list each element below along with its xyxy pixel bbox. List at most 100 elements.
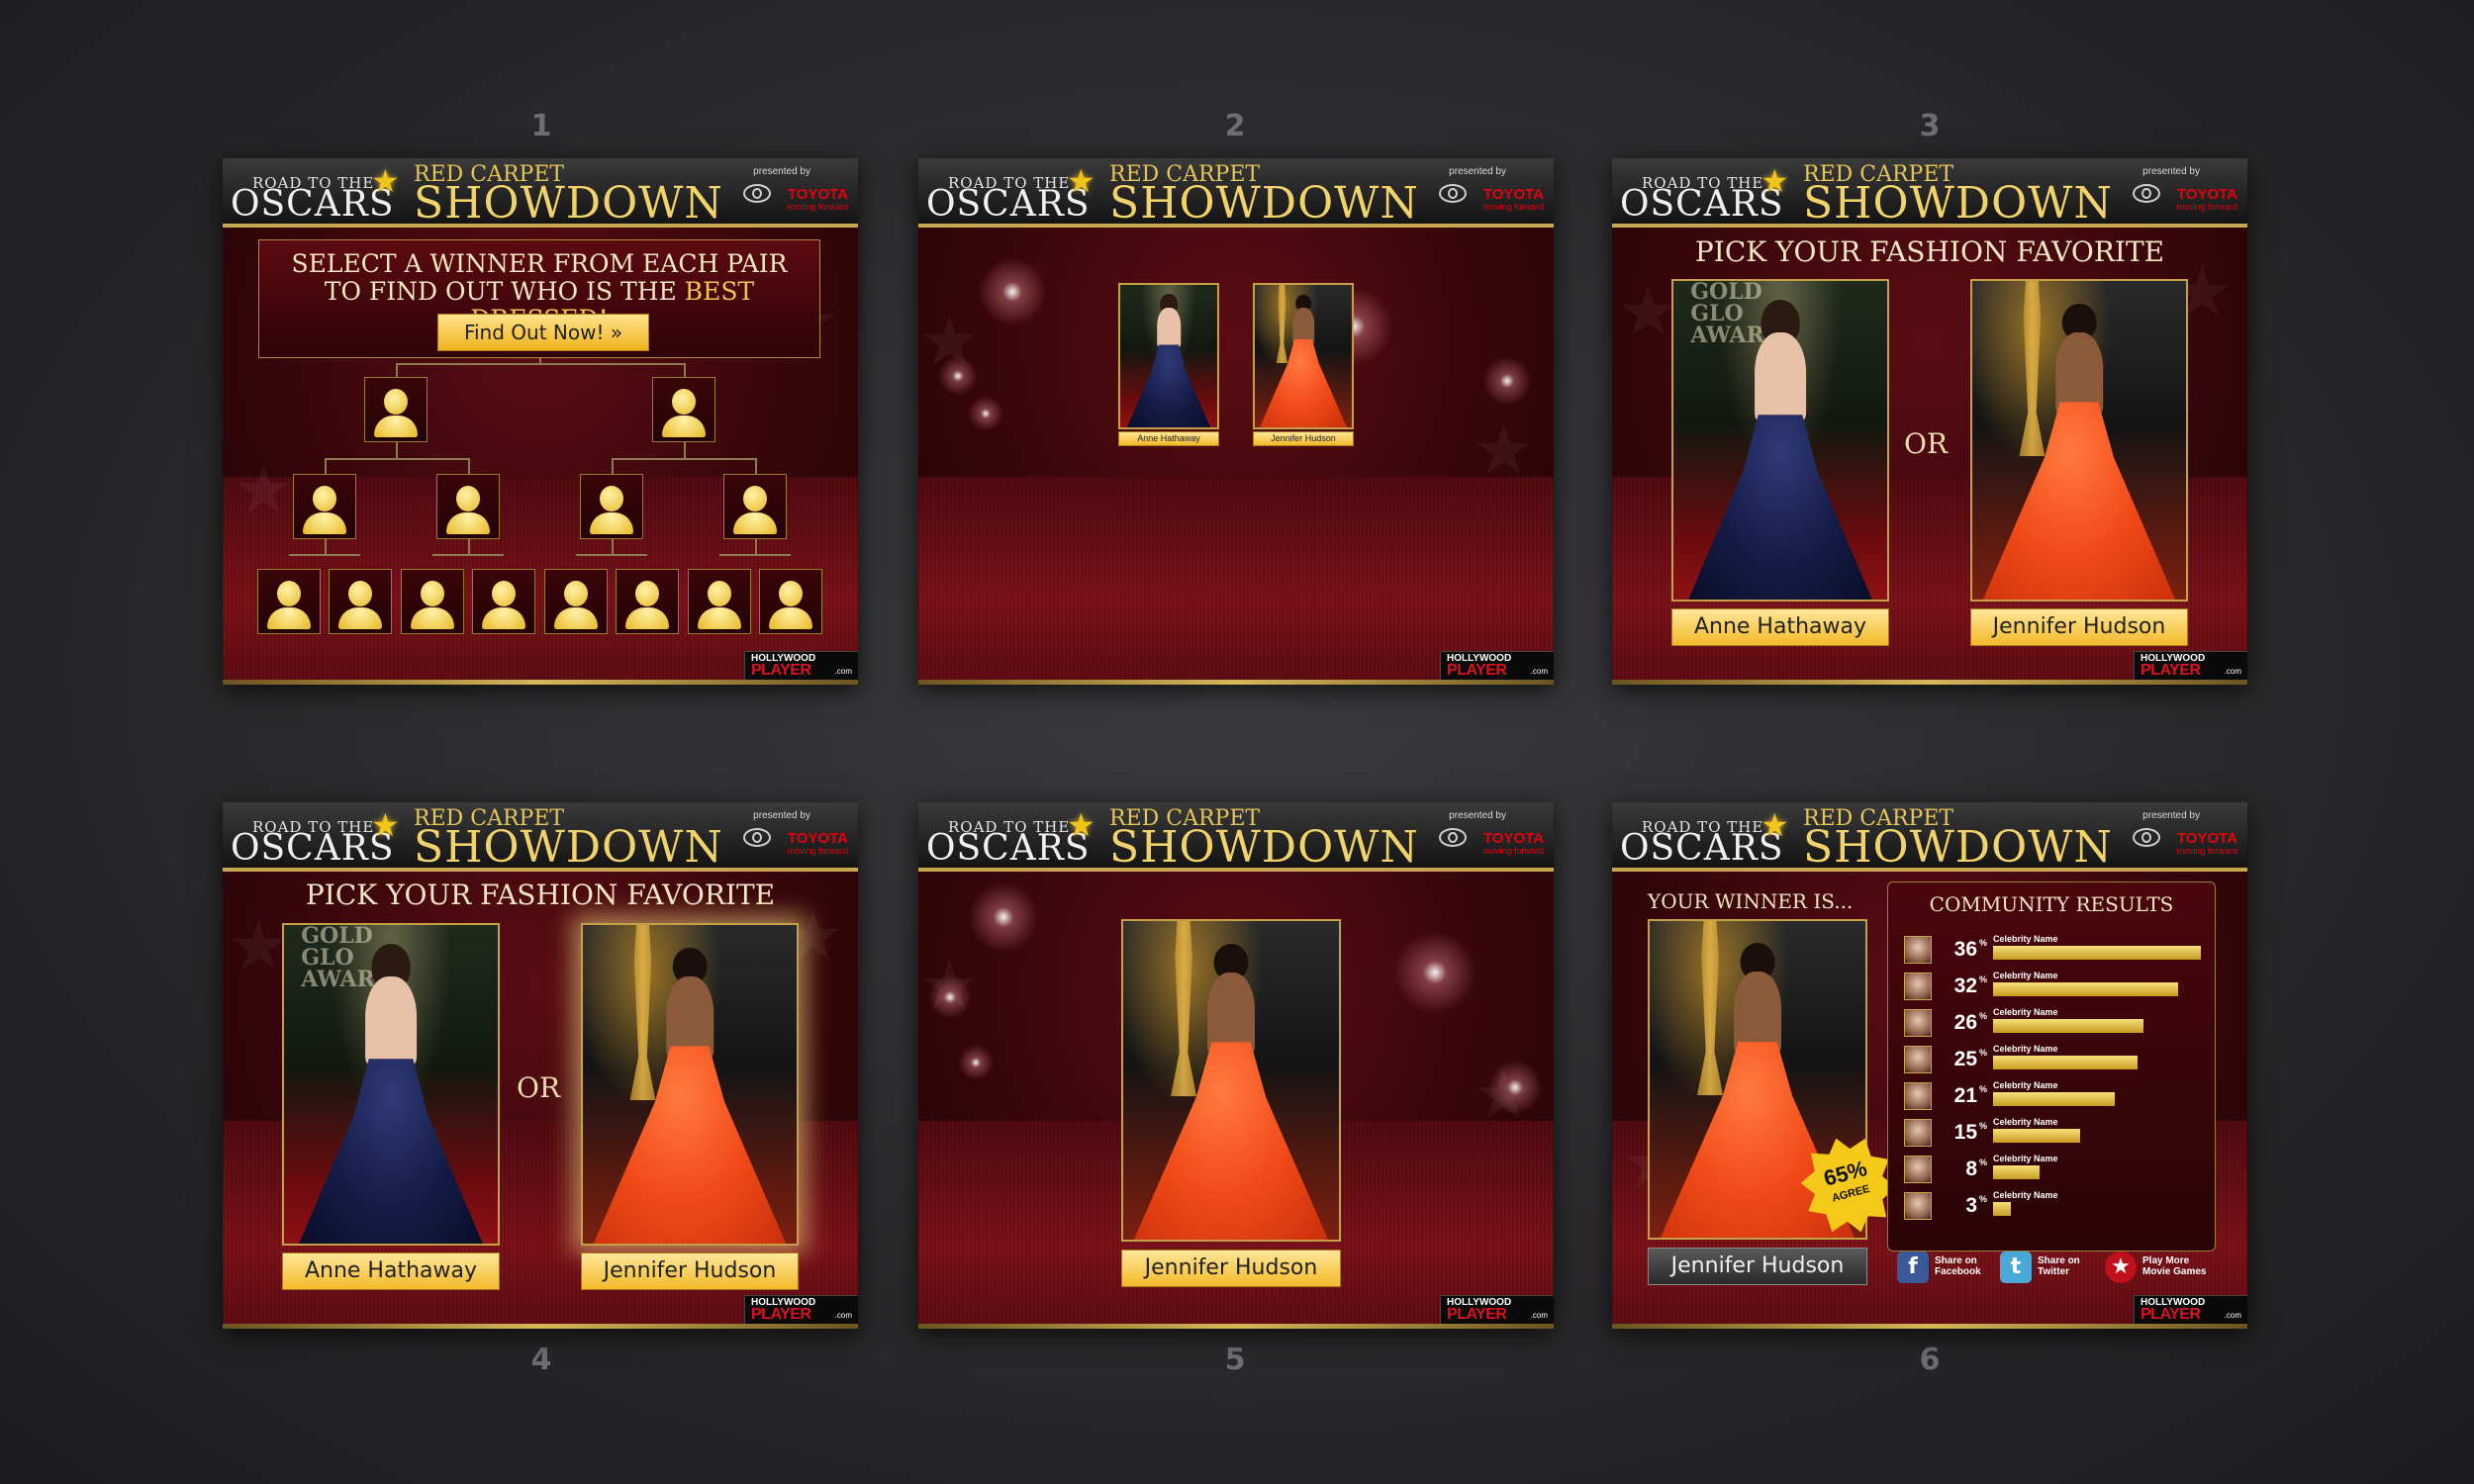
contestant-photo-right: [1253, 283, 1354, 429]
contestant-label-right: Jennifer Hudson: [1253, 431, 1354, 446]
winner-name: Jennifer Hudson: [1648, 1248, 1867, 1285]
bracket-slot-round1-7: [688, 569, 751, 634]
result-row: 36% Celebrity Name: [1904, 934, 2201, 966]
toyota-logo-icon: [1439, 184, 1467, 203]
instruction-line-1: SELECT A WINNER FROM EACH PAIR: [291, 249, 788, 278]
bracket-slot-semi-1: [293, 474, 356, 539]
percent-sign: %: [1979, 938, 1988, 948]
percent-sign: %: [1979, 1158, 1988, 1167]
hollywood-player-logo[interactable]: HOLLYWOOD PLAYER .com: [744, 651, 858, 680]
step-number-5: 5: [1224, 1343, 1246, 1377]
screen-pick-favorite: ★ ★ ROAD TO THE OSCARS ★ RED CARPET SHOW…: [1612, 158, 2247, 685]
toyota-logo-icon: [743, 184, 771, 203]
result-row: 15% Celebrity Name: [1904, 1117, 2201, 1149]
result-row: 3% Celebrity Name: [1904, 1190, 2201, 1222]
percent-sign: %: [1979, 1121, 1988, 1131]
result-row: 32% Celebrity Name: [1904, 971, 2201, 1002]
result-row: 25% Celebrity Name: [1904, 1044, 2201, 1075]
result-bar: [1993, 982, 2178, 996]
bracket-slot-round1-5: [544, 569, 608, 634]
result-percent: 3: [1965, 1194, 1977, 1217]
contestant-photo-left[interactable]: GOLD GLO AWAR: [282, 923, 500, 1246]
hollywood-player-logo[interactable]: HOLLYWOOD PLAYER .com: [2134, 651, 2247, 680]
find-out-now-button[interactable]: Find Out Now! »: [437, 314, 649, 351]
hollywood-player-logo[interactable]: HOLLYWOOD PLAYER .com: [744, 1295, 858, 1324]
pick-title: PICK YOUR FASHION FAVORITE: [1694, 235, 2165, 268]
or-text: OR: [517, 1071, 561, 1104]
result-bar: [1993, 1165, 2040, 1179]
facebook-icon[interactable]: f: [1897, 1252, 1929, 1283]
bracket-slot-semi-2: [436, 474, 500, 539]
step-number-2: 2: [1224, 109, 1246, 143]
winner-title: YOUR WINNER IS...: [1648, 889, 1854, 913]
bracket-slot-round1-3: [401, 569, 464, 634]
bracket-slot-final-left: [364, 377, 428, 442]
share-twitter-label[interactable]: Share on Twitter: [2038, 1255, 2107, 1277]
result-bar: [1993, 1129, 2080, 1143]
result-celebrity-name: Celebrity Name: [1993, 1044, 2058, 1054]
bracket-slot-round1-4: [472, 569, 535, 634]
play-more-label[interactable]: Play More Movie Games: [2142, 1255, 2212, 1277]
hollywood-player-logo[interactable]: HOLLYWOOD PLAYER .com: [2134, 1295, 2247, 1324]
celebrity-thumbnail: [1904, 1156, 1932, 1183]
pick-title: PICK YOUR FASHION FAVORITE: [305, 879, 776, 911]
result-celebrity-name: Celebrity Name: [1993, 1154, 2058, 1163]
step-number-4: 4: [530, 1343, 552, 1377]
star-icon: ★: [1067, 807, 1095, 843]
vote-jennifer-hudson-button[interactable]: Jennifer Hudson: [581, 1252, 799, 1290]
hollywood-player-logo[interactable]: HOLLYWOOD PLAYER .com: [1440, 651, 1554, 680]
screen-bracket: ★ ★ ROAD TO THE OSCARS ★ RED CARPET SHOW…: [223, 158, 858, 685]
celebrity-thumbnail: [1904, 1082, 1932, 1110]
vote-jennifer-hudson-button[interactable]: Jennifer Hudson: [1970, 608, 2188, 646]
share-facebook-label[interactable]: Share on Facebook: [1935, 1255, 2004, 1277]
presented-by-text: presented by: [753, 166, 810, 177]
header: ROAD TO THE OSCARS ★ RED CARPET SHOWDOWN…: [223, 802, 858, 873]
bracket-slot-round1-8: [759, 569, 822, 634]
celebrity-thumbnail: [1904, 1119, 1932, 1147]
star-icon: ★: [371, 807, 400, 843]
toyota-logo-icon: [743, 828, 771, 847]
contestant-photo-left: [1118, 283, 1219, 429]
bracket-slot-final-right: [652, 377, 715, 442]
step-number-1: 1: [530, 109, 552, 143]
celebrity-thumbnail: [1904, 1192, 1932, 1220]
result-percent: 15: [1953, 1121, 1977, 1144]
hollywood-player-logo[interactable]: HOLLYWOOD PLAYER .com: [1440, 1295, 1554, 1324]
result-percent: 32: [1953, 974, 1977, 997]
twitter-icon[interactable]: t: [2000, 1252, 2032, 1283]
result-percent: 25: [1953, 1048, 1977, 1070]
result-row: 26% Celebrity Name: [1904, 1007, 2201, 1039]
header: ROAD TO THE OSCARS ★ RED CARPET SHOWDOWN…: [918, 158, 1554, 229]
star-icon: ★: [1760, 163, 1789, 199]
screen-selection-result: ★ ★ ROAD TO THE OSCARS ★ RED CARPET SHOW…: [918, 802, 1554, 1329]
result-celebrity-name: Celebrity Name: [1993, 971, 2058, 980]
percent-sign: %: [1979, 1194, 1988, 1204]
instruction-box: SELECT A WINNER FROM EACH PAIR TO FIND O…: [258, 239, 820, 358]
result-percent: 21: [1953, 1084, 1977, 1107]
contestant-photo-right[interactable]: [1970, 279, 2188, 602]
bracket-slot-semi-3: [580, 474, 643, 539]
star-icon: ★: [371, 163, 400, 199]
contestant-label-left: Anne Hathaway: [1118, 431, 1219, 446]
sponsor-name: TOYOTA: [787, 186, 848, 203]
result-bar: [1993, 1092, 2115, 1106]
celebrity-thumbnail: [1904, 1009, 1932, 1037]
oscars-logo-text: OSCARS: [231, 184, 395, 225]
result-bar: [1993, 1019, 2143, 1033]
toyota-logo-icon: [1439, 828, 1467, 847]
toyota-logo-icon: [2133, 184, 2160, 203]
celebrity-thumbnail: [1904, 1046, 1932, 1073]
vote-anne-hathaway-button[interactable]: Anne Hathaway: [1671, 608, 1889, 646]
showdown-title: SHOWDOWN: [414, 178, 723, 229]
percent-sign: %: [1979, 974, 1988, 984]
header: ROAD TO THE OSCARS ★ RED CARPET SHOWDOWN…: [1612, 158, 2247, 229]
result-celebrity-name: Celebrity Name: [1993, 1117, 2058, 1127]
contestant-photo-left[interactable]: GOLD GLO AWAR: [1671, 279, 1889, 602]
community-results-panel: COMMUNITY RESULTS 36% Celebrity Name 32% Ce…: [1887, 881, 2216, 1252]
bracket-slot-semi-4: [723, 474, 787, 539]
contestant-photo-right-highlighted[interactable]: [581, 923, 799, 1246]
result-celebrity-name: Celebrity Name: [1993, 1080, 2058, 1090]
header: ROAD TO THE OSCARS ★ RED CARPET SHOWDOWN…: [1612, 802, 2247, 873]
vote-anne-hathaway-button[interactable]: Anne Hathaway: [282, 1252, 500, 1290]
star-icon[interactable]: ★: [2105, 1252, 2137, 1283]
